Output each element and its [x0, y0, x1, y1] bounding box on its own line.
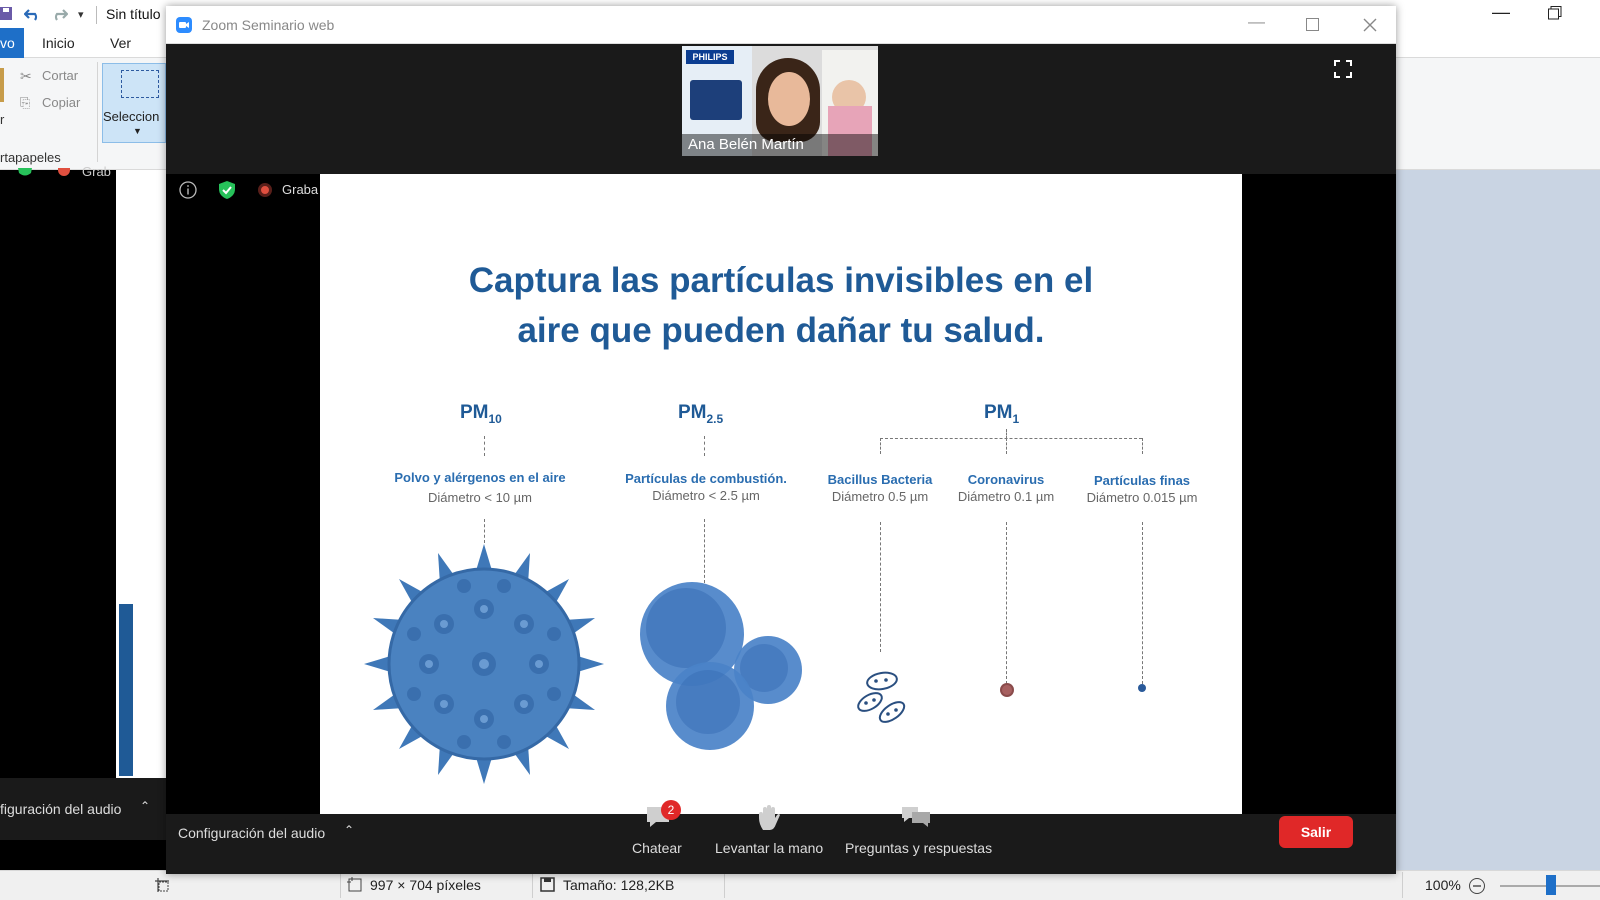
pollen-illustration	[364, 544, 604, 784]
paint-restore-button[interactable]	[1548, 6, 1562, 20]
bacteria-illustration	[857, 671, 906, 723]
zoom-minimize-button[interactable]: —	[1248, 12, 1265, 32]
zoom-close-button[interactable]	[1362, 17, 1378, 33]
select-button[interactable]: Seleccion ▼	[102, 63, 166, 143]
fine-particles-title: Partículas finas	[1093, 473, 1191, 488]
paint-title: Sin título	[106, 6, 161, 22]
combustion-particles-illustration	[640, 582, 802, 750]
cursor-position-icon	[155, 878, 169, 892]
cut-icon: ✂	[20, 68, 32, 84]
fullscreen-icon[interactable]	[1334, 60, 1352, 78]
shared-slide: Captura las partículas invisibles en el …	[320, 174, 1242, 814]
background-zoom-window: Grab figuración del audio ⌃	[0, 164, 166, 870]
participant-name: Ana Belén Martín	[688, 136, 804, 153]
copy-button[interactable]: Copiar	[42, 95, 80, 110]
fine-particle-dot	[1138, 684, 1146, 692]
tab-view[interactable]: Ver	[110, 35, 131, 51]
redo-icon[interactable]	[50, 6, 68, 22]
zoom-logo-icon	[176, 17, 192, 33]
background-audio-settings[interactable]: figuración del audio	[0, 801, 121, 817]
video-logo: PHILIPS	[686, 50, 734, 64]
file-size: Tamaño: 128,2KB	[563, 877, 675, 893]
shield-icon	[18, 168, 32, 176]
copy-icon: ⎘	[20, 95, 31, 110]
pm25-diameter: Diámetro < 2.5 µm	[652, 488, 760, 503]
qa-button[interactable]: Preguntas y respuestas	[845, 840, 992, 856]
encryption-shield-icon[interactable]	[218, 180, 236, 200]
coronavirus-illustration	[1000, 683, 1014, 697]
select-dropdown-icon: ▼	[133, 126, 142, 136]
chevron-up-icon[interactable]: ⌃	[344, 823, 354, 837]
pm25-title: Partículas de combustión.	[625, 471, 787, 486]
zoom-level: 100%	[1425, 877, 1461, 893]
paint-statusbar: 997 × 704 píxeles Tamaño: 128,2KB 100%	[0, 870, 1600, 900]
slide-title-line1: Captura las partículas invisibles en el	[468, 261, 1094, 300]
zoom-window-title: Zoom Seminario web	[202, 17, 335, 33]
qa-icon[interactable]	[900, 804, 932, 832]
zoom-slider-thumb[interactable]	[1546, 875, 1556, 895]
pm10-heading: PM10	[460, 402, 502, 426]
pm25-heading: PM2.5	[678, 402, 724, 426]
select-label: Seleccion	[103, 109, 160, 124]
screen-share-area: Graba Captura las partículas invisibles …	[166, 174, 1396, 814]
cut-button[interactable]: Cortar	[42, 68, 78, 83]
zoom-maximize-button[interactable]	[1306, 18, 1320, 32]
image-dimensions: 997 × 704 píxeles	[370, 877, 481, 893]
zoom-titlebar: Zoom Seminario web —	[166, 6, 1396, 44]
clipboard-group-label: rtapapeles	[0, 150, 61, 165]
tab-file[interactable]: vo	[0, 35, 15, 51]
undo-icon[interactable]	[24, 6, 42, 22]
pm10-diameter: Diámetro < 10 µm	[428, 490, 532, 505]
selection-size-icon	[347, 877, 362, 892]
recording-label: Graba	[282, 182, 319, 197]
participant-video[interactable]: PHILIPS Ana Belén Martín	[682, 46, 878, 156]
leave-button[interactable]: Salir	[1279, 816, 1353, 848]
slide-title: Captura las partículas invisibles en el …	[320, 256, 1242, 356]
slide-title-line2: aire que pueden dañar tu salud.	[517, 311, 1045, 350]
pm1-heading: PM1	[984, 402, 1020, 426]
presenter-face	[768, 72, 810, 126]
recording-label-fragment: Grab	[82, 164, 111, 179]
info-icon[interactable]	[179, 181, 197, 199]
paint-minimize-button[interactable]: —	[1492, 2, 1510, 23]
tab-home[interactable]: Inicio	[42, 35, 75, 51]
zoom-out-icon[interactable]	[1468, 877, 1486, 895]
paste-label-fragment[interactable]: r	[0, 112, 4, 127]
chevron-up-icon[interactable]: ⌃	[140, 799, 150, 813]
zoom-window: Zoom Seminario web — PHILIPS Ana Belén M…	[166, 6, 1396, 874]
fine-particles-diameter: Diámetro 0.015 µm	[1086, 490, 1198, 505]
save-icon[interactable]	[0, 6, 14, 22]
video-strip: PHILIPS Ana Belén Martín	[166, 44, 1396, 174]
raise-hand-button[interactable]: Levantar la mano	[715, 840, 823, 856]
audio-settings-button[interactable]: Configuración del audio	[178, 825, 325, 841]
disk-icon	[540, 877, 555, 892]
quick-access-dropdown-icon[interactable]: ▾	[78, 8, 84, 21]
recording-icon	[58, 168, 70, 176]
pm10-title: Polvo y alérgenos en el aire	[394, 470, 566, 485]
raise-hand-icon[interactable]	[756, 804, 782, 832]
chat-badge: 2	[661, 800, 681, 820]
zoom-toolbar: Configuración del audio ⌃ 2 Chatear Leva…	[166, 800, 1396, 874]
chat-button[interactable]: Chatear	[632, 840, 682, 856]
recording-icon	[258, 183, 272, 197]
